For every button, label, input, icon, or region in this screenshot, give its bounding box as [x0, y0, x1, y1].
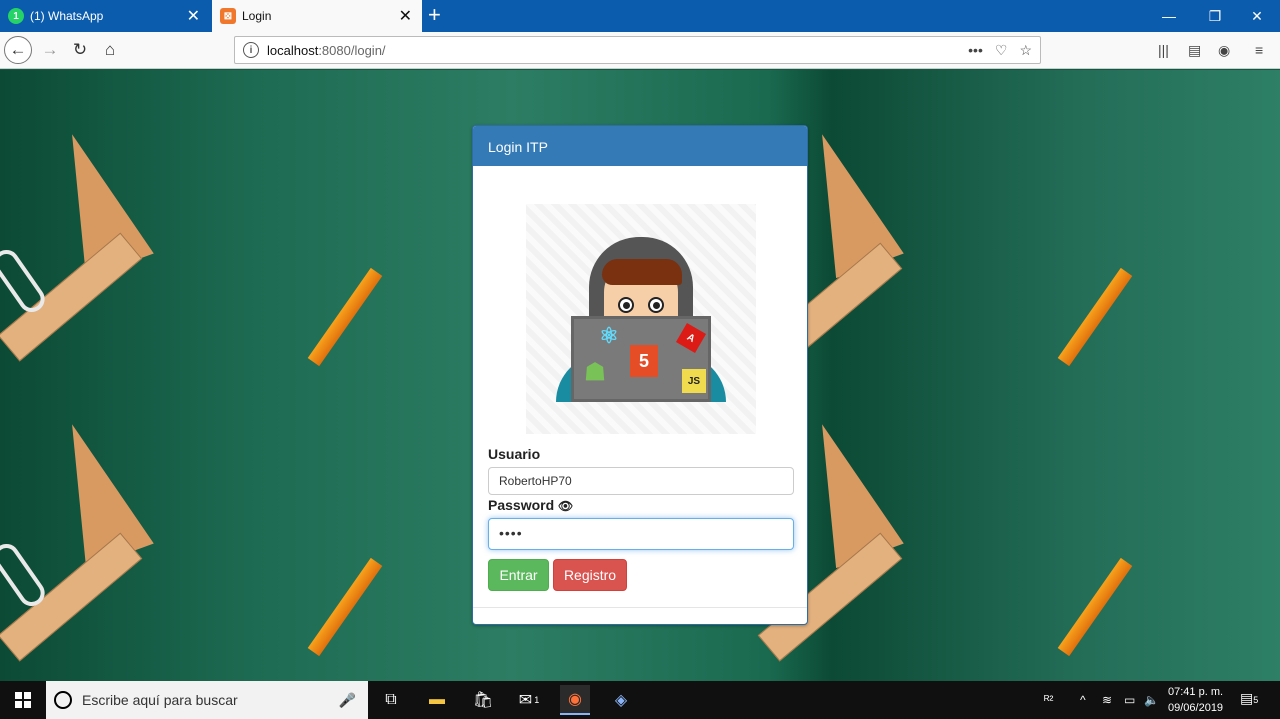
- login-panel: Login ITP 5 ⚛ A ☗ JS Usuario RobertoHP70…: [472, 125, 808, 625]
- cortana-icon: [54, 691, 72, 709]
- close-icon[interactable]: ✕: [399, 6, 412, 26]
- close-icon[interactable]: ✕: [187, 6, 200, 26]
- sidebar-icon[interactable]: ▤: [1188, 42, 1201, 59]
- maximize-icon[interactable]: ❐: [1192, 0, 1238, 32]
- browser-tab-strip: 1 (1) WhatsApp ✕ ⊠ Login ✕ + — ❐ ✕: [0, 0, 1280, 32]
- tab-label: Login: [242, 9, 272, 23]
- javascript-icon: JS: [682, 369, 706, 393]
- usuario-input[interactable]: RobertoHP70: [488, 467, 794, 495]
- tab-label: (1) WhatsApp: [30, 9, 104, 23]
- password-label: Password 👁: [488, 497, 574, 513]
- pencil-decoration: [1057, 557, 1133, 657]
- tab-whatsapp[interactable]: 1 (1) WhatsApp ✕: [0, 0, 210, 32]
- file-explorer-icon[interactable]: ▬: [422, 685, 452, 715]
- whatsapp-icon: 1: [8, 8, 24, 24]
- paperclip-decoration: [0, 244, 50, 318]
- volume-icon[interactable]: 🔈: [1144, 681, 1159, 719]
- battery-icon[interactable]: ▭: [1124, 681, 1135, 719]
- tab-login[interactable]: ⊠ Login ✕: [212, 0, 422, 32]
- info-icon[interactable]: i: [243, 42, 259, 58]
- android-icon: ☗: [584, 358, 606, 386]
- xampp-icon: ⊠: [220, 8, 236, 24]
- store-icon[interactable]: 🛍: [468, 685, 498, 715]
- back-icon[interactable]: ←: [4, 36, 32, 64]
- pencil-decoration: [1057, 267, 1133, 367]
- microphone-icon[interactable]: 🎤: [339, 692, 356, 709]
- people-icon[interactable]: ᴿ²: [1044, 681, 1053, 719]
- account-icon[interactable]: ◉: [1218, 42, 1230, 59]
- minimize-icon[interactable]: —: [1146, 0, 1192, 32]
- pocket-icon[interactable]: ♡: [995, 42, 1008, 59]
- windows-taskbar: Escribe aquí para buscar 🎤 ⧉ ▬ 🛍 ✉ 1 ◉ ◈ …: [0, 681, 1280, 719]
- eye-icon[interactable]: 👁: [558, 499, 573, 513]
- wifi-icon[interactable]: ≋: [1102, 681, 1112, 719]
- registro-button[interactable]: Registro: [553, 559, 627, 591]
- usuario-label: Usuario: [488, 446, 541, 462]
- mail-icon[interactable]: ✉ 1: [514, 685, 544, 715]
- panel-footer: [473, 607, 807, 608]
- library-icon[interactable]: |||: [1158, 42, 1169, 58]
- forward-icon[interactable]: →: [36, 36, 64, 64]
- close-window-icon[interactable]: ✕: [1234, 0, 1280, 32]
- angular-icon: A: [675, 322, 707, 354]
- panel-title: Login ITP: [473, 126, 807, 166]
- firefox-icon[interactable]: ◉: [560, 685, 590, 715]
- star-icon[interactable]: ☆: [1019, 42, 1032, 59]
- pencil-decoration: [307, 267, 383, 367]
- home-icon[interactable]: ⌂: [96, 36, 124, 64]
- html5-icon: 5: [630, 345, 658, 377]
- chevron-up-icon[interactable]: ^: [1080, 681, 1086, 719]
- url-bar[interactable]: i localhost:8080/login/ ••• ♡ ☆: [234, 36, 1041, 64]
- paperclip-decoration: [0, 538, 50, 612]
- laptop-icon: 5 ⚛ A ☗ JS: [571, 316, 711, 402]
- password-input[interactable]: ••••: [488, 518, 794, 550]
- entrar-button[interactable]: Entrar: [488, 559, 549, 591]
- menu-icon[interactable]: ≡: [1255, 42, 1263, 58]
- url-path: :8080/login/: [318, 42, 386, 58]
- system-clock[interactable]: 07:41 p. m. 09/06/2019: [1168, 684, 1223, 716]
- react-icon: ⚛: [599, 323, 619, 348]
- reload-icon[interactable]: ↻: [66, 36, 94, 64]
- taskbar-search-box[interactable]: Escribe aquí para buscar 🎤: [46, 681, 368, 719]
- url-host: localhost: [267, 42, 319, 58]
- pencil-decoration: [307, 557, 383, 657]
- windows-start-icon[interactable]: [0, 681, 46, 719]
- mail-badge: 1: [534, 695, 540, 705]
- set-square-decoration: [38, 411, 154, 569]
- mysql-workbench-icon[interactable]: ◈: [606, 685, 636, 715]
- search-placeholder: Escribe aquí para buscar: [82, 692, 238, 708]
- task-view-icon[interactable]: ⧉: [376, 685, 406, 715]
- browser-navbar: ← → ↻ ⌂ i localhost:8080/login/ ••• ♡ ☆ …: [0, 32, 1280, 69]
- developer-avatar-image: 5 ⚛ A ☗ JS: [526, 204, 756, 434]
- plus-icon[interactable]: +: [428, 4, 441, 26]
- notification-icon[interactable]: ▤5: [1240, 690, 1260, 710]
- more-icon[interactable]: •••: [968, 42, 983, 59]
